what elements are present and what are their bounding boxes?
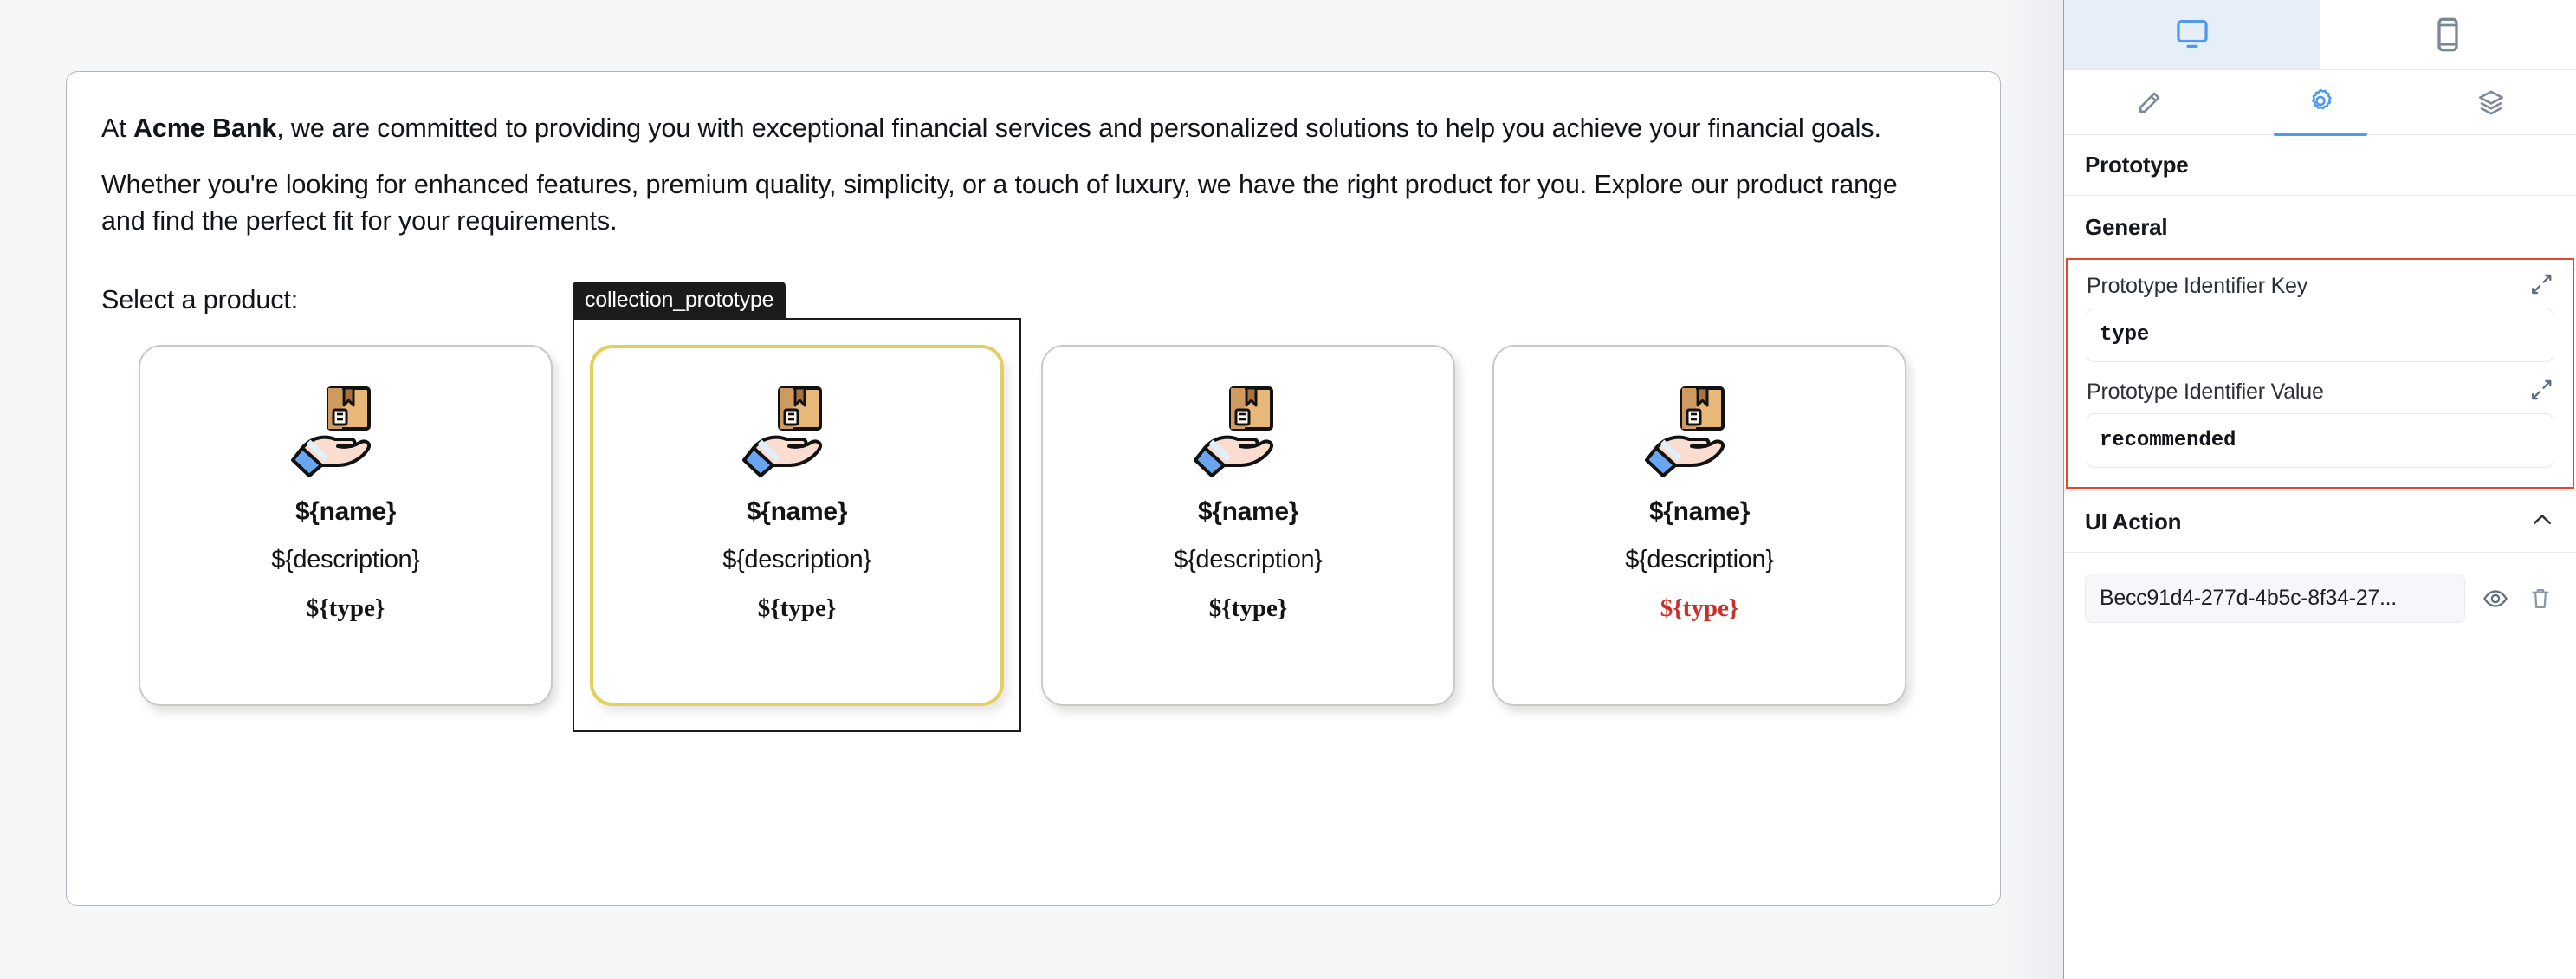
- prototype-identifier-group: Prototype Identifier Key Prototype Ident…: [2066, 258, 2574, 489]
- select-product-label: Select a product:: [101, 285, 299, 314]
- prototype-name-tag[interactable]: collection_prototype: [573, 282, 786, 318]
- package-in-hand-icon: [291, 386, 371, 477]
- ui-action-accordion-header[interactable]: UI Action: [2064, 490, 2576, 553]
- expand-diagonal-icon[interactable]: [2529, 378, 2553, 402]
- package-in-hand-icon: [1194, 386, 1273, 477]
- card-type: ${type}: [1660, 594, 1739, 622]
- desktop-monitor-icon: [2177, 19, 2208, 49]
- view-tab-bar: [2064, 70, 2576, 135]
- product-card[interactable]: ${name} ${description} ${type}: [1492, 345, 1906, 706]
- product-card[interactable]: ${name} ${description} ${type}: [139, 345, 553, 706]
- trash-icon[interactable]: [2526, 584, 2555, 613]
- intro-suffix: , we are committed to providing you with…: [276, 113, 1881, 143]
- device-tab-desktop[interactable]: [2064, 0, 2320, 69]
- card-description: ${description}: [271, 546, 420, 574]
- product-card-selected[interactable]: ${name} ${description} ${type}: [590, 345, 1004, 706]
- properties-panel: Prototype General Prototype Identifier K…: [2063, 0, 2576, 979]
- field-label: Prototype Identifier Key: [2087, 274, 2308, 298]
- preview-canvas: At Acme Bank, we are committed to provid…: [0, 0, 2063, 979]
- card-description: ${description}: [722, 546, 871, 574]
- expand-diagonal-icon[interactable]: [2529, 272, 2553, 296]
- field-prototype-identifier-value: Prototype Identifier Value: [2087, 379, 2553, 468]
- brand-name: Acme Bank: [133, 113, 277, 143]
- card-name: ${name}: [746, 497, 848, 526]
- device-tab-bar: [2064, 0, 2576, 70]
- card-name: ${name}: [1197, 497, 1299, 526]
- panel-section-title-general: General: [2085, 213, 2168, 240]
- intro-paragraph-1: At Acme Bank, we are committed to provid…: [101, 110, 1948, 146]
- ui-action-row: Becc91d4-277d-4b5c-8f34-27...: [2064, 553, 2576, 623]
- product-card-row: ${name} ${description} ${type} collectio…: [101, 282, 1965, 732]
- tab-edit[interactable]: [2064, 70, 2235, 134]
- package-in-hand-icon: [742, 386, 822, 477]
- prototype-identifier-value-input[interactable]: [2087, 413, 2553, 468]
- card-name: ${name}: [1648, 497, 1751, 526]
- field-label: Prototype Identifier Value: [2087, 379, 2324, 404]
- product-card[interactable]: ${name} ${description} ${type}: [1041, 345, 1455, 706]
- mobile-phone-icon: [2437, 17, 2458, 52]
- card-type: ${type}: [1208, 594, 1288, 622]
- card-type: ${type}: [757, 594, 837, 622]
- tab-settings[interactable]: [2235, 70, 2405, 134]
- pencil-icon: [2139, 92, 2159, 113]
- chevron-up-icon[interactable]: [2529, 507, 2555, 537]
- layers-icon: [2478, 90, 2503, 115]
- card-description: ${description}: [1625, 546, 1774, 574]
- tab-layers[interactable]: [2405, 70, 2576, 134]
- package-in-hand-icon: [1645, 386, 1725, 477]
- eye-icon[interactable]: [2481, 584, 2510, 613]
- ui-action-title: UI Action: [2085, 508, 2182, 535]
- prototype-identifier-key-input[interactable]: [2087, 308, 2553, 362]
- panel-section-title-prototype: Prototype: [2064, 135, 2576, 196]
- page-content: At Acme Bank, we are committed to provid…: [67, 72, 2000, 732]
- app-root: At Acme Bank, we are committed to provid…: [0, 0, 2576, 979]
- card-name: ${name}: [294, 497, 397, 526]
- intro-paragraph-2: Whether you're looking for enhanced feat…: [101, 170, 1898, 236]
- card-type: ${type}: [306, 594, 385, 622]
- prototype-card-wrapper: collection_prototype ${name} ${descripti…: [573, 282, 1021, 732]
- field-prototype-identifier-key: Prototype Identifier Key: [2087, 274, 2553, 362]
- gear-icon: [2311, 88, 2332, 110]
- page-container: At Acme Bank, we are committed to provid…: [66, 71, 2001, 906]
- device-tab-mobile[interactable]: [2320, 0, 2576, 69]
- intro-prefix: At: [101, 113, 133, 143]
- card-description: ${description}: [1174, 546, 1323, 574]
- ui-action-item[interactable]: Becc91d4-277d-4b5c-8f34-27...: [2085, 574, 2465, 623]
